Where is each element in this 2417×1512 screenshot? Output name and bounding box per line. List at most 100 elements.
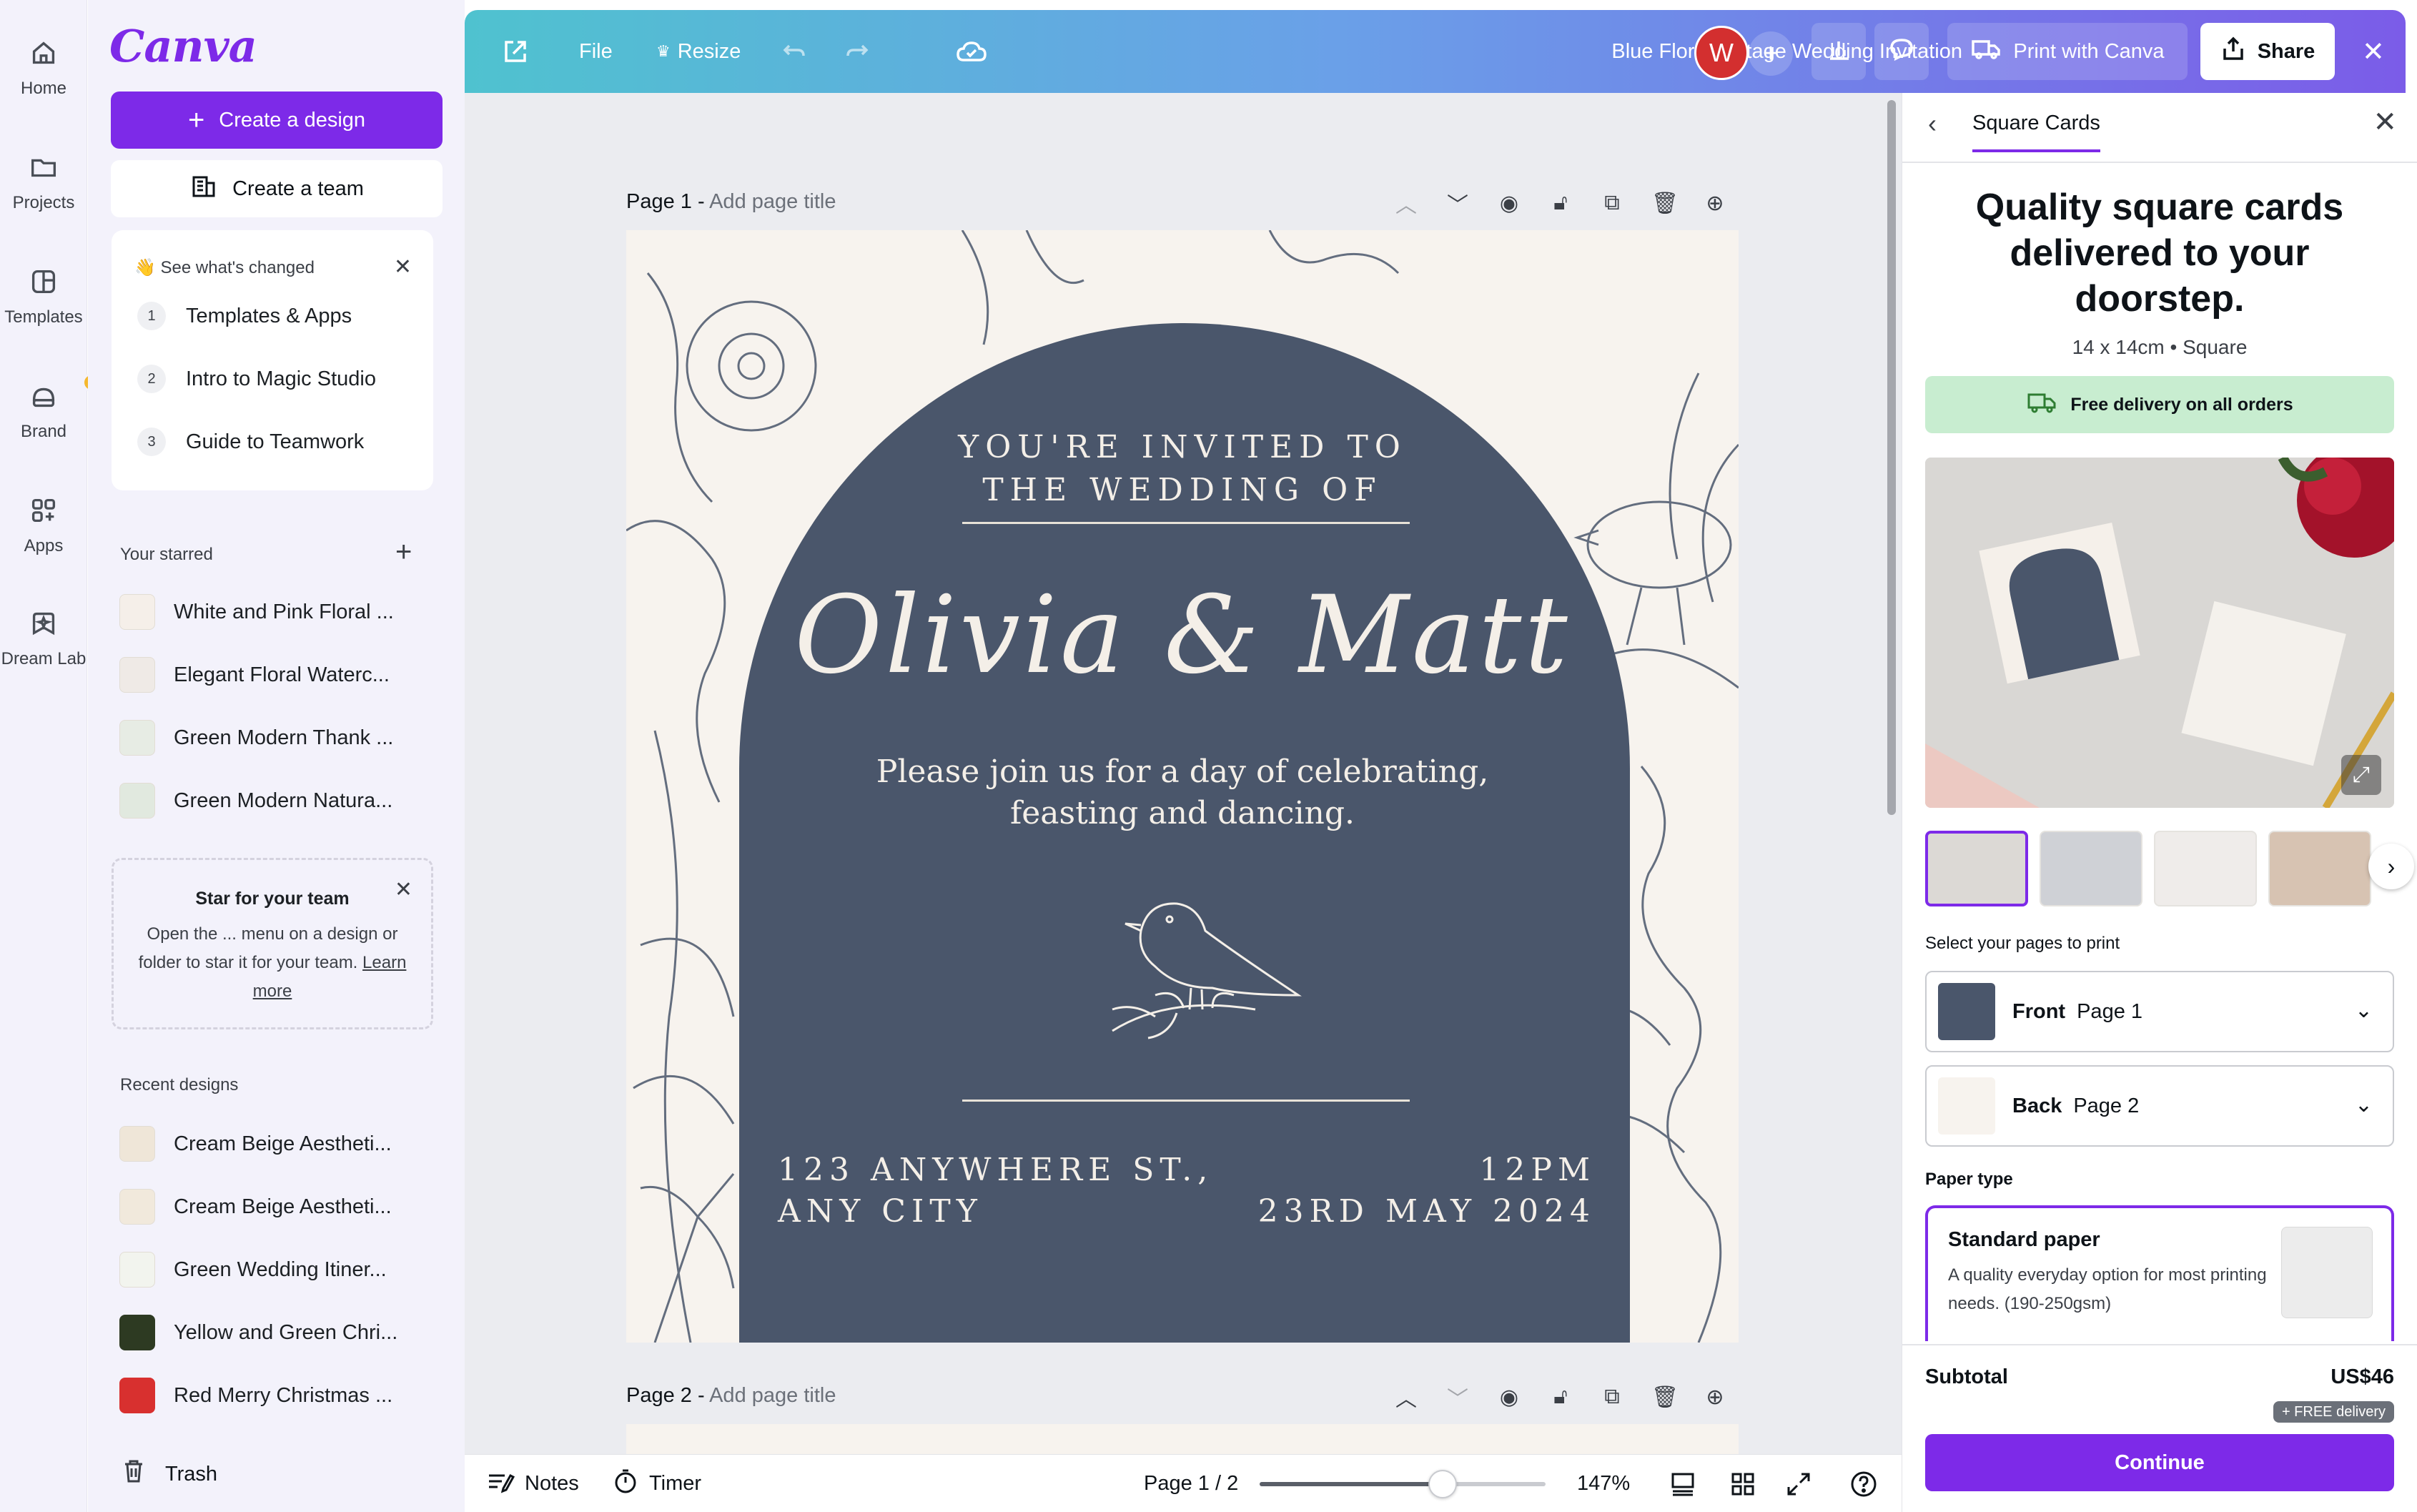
paper-option-standard[interactable]: Standard paper A quality everyday option… bbox=[1925, 1205, 2394, 1341]
next-chevron-icon[interactable]: › bbox=[2368, 844, 2414, 889]
fullscreen-icon[interactable] bbox=[1784, 1455, 1813, 1512]
hide-page-icon[interactable]: ◉ bbox=[1497, 1385, 1521, 1410]
invite-plus-icon[interactable]: + bbox=[1749, 31, 1793, 76]
photo-thumbnail[interactable] bbox=[1925, 831, 2028, 906]
delete-icon[interactable]: 🗑︎ bbox=[1651, 1385, 1679, 1410]
step-label: Guide to Teamwork bbox=[186, 430, 365, 453]
continue-button[interactable]: Continue bbox=[1925, 1434, 2394, 1491]
close-icon[interactable]: ✕ bbox=[394, 255, 412, 280]
star-for-team-card: Star for your team ✕ Open the ... menu o… bbox=[112, 858, 433, 1029]
rail-dream-lab[interactable]: Dream Lab bbox=[0, 605, 87, 669]
vertical-scrollbar[interactable] bbox=[1887, 100, 1896, 815]
notes-button[interactable]: Notes bbox=[486, 1455, 579, 1512]
lock-icon[interactable]: 🔓︎ bbox=[1548, 191, 1573, 215]
zoom-level[interactable]: 147% bbox=[1577, 1455, 1630, 1512]
step-templates-apps[interactable]: 1 Templates & Apps bbox=[137, 302, 352, 330]
recent-item[interactable]: Red Merry Christmas ... bbox=[119, 1374, 392, 1417]
templates-icon bbox=[25, 263, 62, 300]
file-menu[interactable]: File bbox=[579, 10, 613, 93]
event-time: 12PM bbox=[1479, 1152, 1596, 1188]
step-magic-studio[interactable]: 2 Intro to Magic Studio bbox=[137, 365, 376, 393]
add-starred-icon[interactable]: + bbox=[395, 538, 412, 566]
add-page-icon[interactable]: ⊕ bbox=[1703, 1385, 1727, 1410]
canva-logo[interactable]: Canva bbox=[109, 20, 257, 72]
design-thumbnail bbox=[119, 1126, 155, 1162]
photo-thumbnail[interactable] bbox=[2268, 831, 2371, 906]
undo-icon[interactable] bbox=[779, 10, 808, 93]
help-icon[interactable] bbox=[1849, 1455, 1879, 1512]
divider bbox=[962, 1100, 1410, 1102]
product-photo[interactable]: ⤢ bbox=[1925, 458, 2394, 808]
share-label: Share bbox=[2257, 39, 2315, 63]
canvas-workspace[interactable]: Page 1 - Add page title ︿ ﹀ ◉ 🔓︎ ⧉ 🗑︎ ⊕ bbox=[465, 93, 1902, 1512]
timer-button[interactable]: Timer bbox=[612, 1455, 701, 1512]
back-page-select[interactable]: Back Page 2 ⌄ bbox=[1925, 1065, 2394, 1147]
close-icon[interactable]: ✕ bbox=[2362, 10, 2385, 93]
hide-page-icon[interactable]: ◉ bbox=[1497, 191, 1521, 216]
trash-link[interactable]: Trash bbox=[119, 1457, 217, 1491]
page2-add-title[interactable]: Add page title bbox=[709, 1384, 836, 1407]
move-down-icon[interactable]: ﹀ bbox=[1445, 1381, 1470, 1413]
avatar[interactable]: W bbox=[1694, 26, 1749, 80]
page2-tools: ︿ ﹀ ◉ 🔓︎ ⧉ 🗑︎ ⊕ bbox=[1394, 1381, 1727, 1413]
move-down-icon[interactable]: ﹀ bbox=[1445, 187, 1470, 219]
recent-item[interactable]: Green Wedding Itiner... bbox=[119, 1248, 387, 1291]
back-chevron-icon[interactable]: ‹ bbox=[1928, 109, 1937, 139]
crown-icon: ♛ bbox=[656, 42, 671, 60]
page-indicator[interactable]: Page 1 / 2 bbox=[1144, 1455, 1238, 1512]
tab-square-cards[interactable]: Square Cards bbox=[1972, 112, 2100, 152]
grid-view-icon[interactable] bbox=[1729, 1455, 1757, 1512]
step-label: Intro to Magic Studio bbox=[186, 367, 376, 390]
cloud-saved-icon[interactable] bbox=[955, 10, 988, 93]
create-team-label: Create a team bbox=[232, 177, 364, 200]
rail-home[interactable]: Home bbox=[0, 34, 87, 99]
zoom-slider[interactable] bbox=[1260, 1470, 1546, 1498]
front-page-select[interactable]: Front Page 1 ⌄ bbox=[1925, 971, 2394, 1052]
recent-item[interactable]: Cream Beige Aestheti... bbox=[119, 1122, 392, 1165]
create-design-button[interactable]: + Create a design bbox=[111, 92, 443, 149]
page1-title[interactable]: Page 1 - Add page title bbox=[626, 190, 836, 214]
resize-button[interactable]: ♛ Resize bbox=[656, 10, 741, 93]
comments-button[interactable] bbox=[1874, 23, 1929, 80]
invitation-design[interactable]: YOU'RE INVITED TO THE WEDDING OF Olivia … bbox=[626, 230, 1739, 1343]
zoom-slider-handle[interactable] bbox=[1428, 1470, 1457, 1498]
close-icon[interactable]: ✕ bbox=[2373, 106, 2397, 139]
starred-item[interactable]: White and Pink Floral ... bbox=[119, 591, 394, 633]
free-delivery-text: Free delivery on all orders bbox=[2070, 394, 2293, 415]
close-icon[interactable]: ✕ bbox=[395, 877, 412, 902]
move-up-icon[interactable]: ︿ bbox=[1394, 1381, 1418, 1413]
share-button[interactable]: Share bbox=[2200, 23, 2335, 80]
rail-templates[interactable]: Templates bbox=[0, 263, 87, 327]
expand-icon[interactable]: ⤢ bbox=[2341, 755, 2381, 795]
star-card-body: Open the ... menu on a design or folder … bbox=[135, 920, 410, 1006]
duplicate-icon[interactable]: ⧉ bbox=[1600, 1385, 1624, 1409]
starred-item[interactable]: Green Modern Thank ... bbox=[119, 716, 393, 759]
step-label: Templates & Apps bbox=[186, 304, 352, 327]
rail-projects[interactable]: Projects bbox=[0, 149, 87, 213]
print-with-canva-button[interactable]: Print with Canva bbox=[1947, 23, 2188, 80]
open-external-icon[interactable] bbox=[500, 10, 530, 93]
rail-apps[interactable]: Apps bbox=[0, 492, 87, 556]
step-teamwork[interactable]: 3 Guide to Teamwork bbox=[137, 428, 364, 456]
starred-item[interactable]: Green Modern Natura... bbox=[119, 779, 392, 822]
insights-button[interactable] bbox=[1811, 23, 1866, 80]
page-view-icon[interactable] bbox=[1669, 1455, 1697, 1512]
move-up-icon[interactable]: ︿ bbox=[1394, 187, 1418, 219]
recent-item[interactable]: Yellow and Green Chri... bbox=[119, 1311, 397, 1354]
duplicate-icon[interactable]: ⧉ bbox=[1600, 191, 1624, 215]
star-card-text: Open the ... menu on a design or folder … bbox=[138, 924, 398, 972]
photo-thumbnail[interactable] bbox=[2154, 831, 2257, 906]
add-page-icon[interactable]: ⊕ bbox=[1703, 191, 1727, 216]
recent-item[interactable]: Cream Beige Aestheti... bbox=[119, 1185, 392, 1228]
photo-thumbnail[interactable] bbox=[2040, 831, 2142, 906]
redo-icon[interactable] bbox=[844, 10, 872, 93]
starred-item[interactable]: Elegant Floral Waterc... bbox=[119, 653, 390, 696]
truck-icon bbox=[2026, 390, 2057, 420]
create-team-button[interactable]: Create a team bbox=[111, 160, 443, 217]
lock-icon[interactable]: 🔓︎ bbox=[1548, 1385, 1573, 1409]
design-title: Cream Beige Aestheti... bbox=[174, 1132, 392, 1155]
page1-add-title[interactable]: Add page title bbox=[709, 190, 836, 213]
delete-icon[interactable]: 🗑︎ bbox=[1651, 191, 1679, 216]
rail-brand[interactable]: Brand bbox=[0, 373, 101, 442]
page2-title[interactable]: Page 2 - Add page title bbox=[626, 1384, 836, 1408]
